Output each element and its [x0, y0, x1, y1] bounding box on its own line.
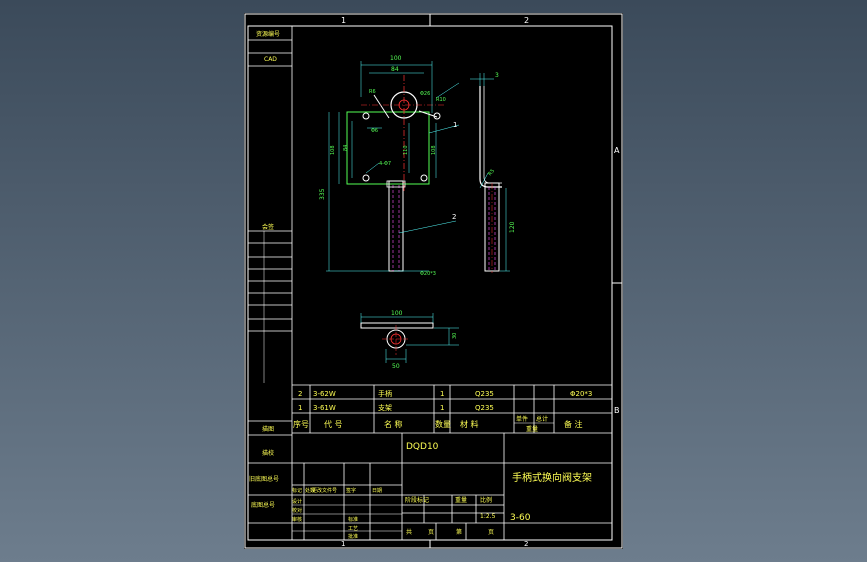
- parts-header-material: 材 料: [460, 419, 479, 429]
- dim-side-thickness: 3: [495, 72, 499, 79]
- bottom-view: [360, 322, 434, 355]
- sheet-code: 3-60: [510, 513, 531, 523]
- pages-label: 页: [428, 529, 434, 536]
- zone-right-b: B: [614, 406, 620, 415]
- dim-front-inner: 84: [391, 66, 399, 73]
- stage-mark-label: 阶段标记: [405, 496, 429, 504]
- parts-row-1: 1 3-61W 支架 1 Q235: [298, 403, 494, 412]
- side-cell-trace: 描图: [262, 425, 274, 433]
- parts-header-remark: 备 注: [564, 419, 583, 429]
- parts-header-no: 序号: [293, 419, 309, 429]
- dim-rod-dia: Φ20*3: [420, 271, 436, 277]
- parts-row-1-no: 1: [298, 404, 302, 412]
- drawing-title: 手柄式换向阀支架: [512, 471, 592, 484]
- role-check: 校对: [292, 507, 302, 514]
- front-dim-labels: 100 84 R6 R10 Φ26 Φ6 335 108 84 110 108 …: [319, 55, 457, 277]
- mount-hole-right: [420, 174, 428, 182]
- dim-side-radius: R5: [487, 168, 496, 177]
- side-view: [479, 86, 502, 273]
- mount-hole-top-left: [362, 112, 370, 120]
- dim-inner-height: 84: [343, 145, 349, 151]
- leader-label-1: 1: [453, 121, 457, 129]
- dim-slot: 4-Φ7: [379, 161, 391, 167]
- dim-hole-dia: R10: [436, 97, 446, 103]
- dim-right-height: 110: [403, 145, 409, 155]
- role-standard: 标准: [348, 516, 358, 523]
- zone-bottom-2: 2: [524, 540, 528, 548]
- parts-row-2-no: 2: [298, 390, 302, 398]
- scale-value: 1:2.5: [480, 513, 496, 520]
- dim-total-height: 335: [319, 188, 326, 200]
- parts-header-total: 总计: [536, 415, 548, 423]
- change-label-sign: 签字: [346, 487, 356, 494]
- parts-header-qty: 数量: [435, 419, 451, 429]
- parts-row-1-code: 3-61W: [313, 404, 336, 412]
- weight-label: 重量: [455, 496, 467, 504]
- side-cell-cad: CAD: [264, 56, 277, 63]
- side-cell-trace-check: 描校: [262, 449, 274, 457]
- parts-row-2-code: 3-62W: [313, 390, 336, 398]
- dim-bottom-width: 100: [391, 310, 403, 317]
- front-view: [346, 75, 444, 272]
- front-dimensions: [326, 61, 460, 272]
- parts-header-code: 代 号: [324, 419, 343, 429]
- bottom-dimensions: [360, 313, 459, 363]
- bracket-plate: [346, 111, 430, 185]
- parts-row-2: 2 3-62W 手柄 1 Q235 Φ20*3: [298, 389, 592, 398]
- role-process: 工艺: [348, 526, 358, 532]
- zone-top-2: 2: [524, 16, 529, 25]
- zone-bottom-1: 1: [341, 540, 345, 548]
- dim-top-dia: Φ26: [420, 91, 430, 97]
- parts-row-2-qty: 1: [440, 390, 444, 398]
- side-cell-old-base-no: 旧底图总号: [249, 475, 279, 483]
- parts-row-2-material: Q235: [475, 390, 494, 398]
- role-labels: 设计 校对 审核 标准 工艺 批准: [292, 498, 358, 540]
- parts-header: 序号 代 号 名 称 数量 材 料 单件 总计 重量 备 注: [293, 415, 583, 433]
- total-pages-label: 共: [406, 528, 412, 536]
- leader-label-2: 2: [452, 213, 456, 221]
- bottom-plate: [360, 322, 434, 329]
- title-block-grid: [292, 433, 612, 540]
- parts-row-2-name: 手柄: [378, 389, 392, 398]
- side-cell-resource-no: 资源编号: [256, 30, 280, 38]
- change-label-mark: 标记: [292, 487, 302, 494]
- parts-row-2-note: Φ20*3: [570, 390, 592, 398]
- sheet-label: 第: [456, 528, 462, 536]
- zone-top-1: 1: [341, 16, 346, 25]
- change-labels: 标记 处数 更改文件号 签字 日期: [292, 487, 382, 494]
- dim-side-length: 120: [509, 221, 516, 233]
- parts-row-1-qty: 1: [440, 404, 444, 412]
- dim-center: Φ6: [371, 128, 378, 134]
- drawing-canvas: 1 2 1 2 A B 资源编号 CAD 会签 描图 描校 旧底图总号 底图总号: [244, 13, 623, 549]
- side-cell-base-no: 底图总号: [251, 501, 275, 509]
- role-review: 审核: [292, 516, 302, 523]
- parts-row-1-material: Q235: [475, 404, 494, 412]
- drawing-sheet: 1 2 1 2 A B 资源编号 CAD 会签 描图 描校 旧底图总号 底图总号: [244, 13, 623, 549]
- change-label-doc: 更改文件号: [312, 487, 337, 494]
- side-table: [248, 26, 293, 540]
- role-design: 设计: [292, 498, 302, 505]
- change-label-date: 日期: [372, 488, 382, 494]
- scale-label: 比例: [480, 496, 492, 504]
- parts-header-weight: 重量: [526, 425, 538, 433]
- parts-header-unit: 单件: [516, 415, 528, 423]
- dim-right-height-2: 108: [431, 145, 437, 155]
- dim-body-height: 108: [330, 145, 336, 155]
- mount-hole-left: [362, 174, 370, 182]
- dim-hole-top: R6: [369, 89, 376, 95]
- drawing-number: DQD10: [406, 442, 439, 452]
- dim-front-width: 100: [390, 55, 402, 62]
- handle-rod: [388, 180, 404, 272]
- zone-right-a: A: [614, 146, 620, 155]
- role-approve: 批准: [348, 533, 358, 540]
- side-cell-countersign: 会签: [262, 223, 274, 231]
- sheet-page-label: 页: [488, 529, 494, 536]
- dim-bottom-depth: 50: [392, 363, 400, 370]
- parts-row-1-name: 支架: [378, 403, 392, 412]
- parts-header-name: 名 称: [384, 419, 403, 429]
- dim-bottom-height: 30: [452, 333, 458, 339]
- outer-border: [244, 13, 623, 549]
